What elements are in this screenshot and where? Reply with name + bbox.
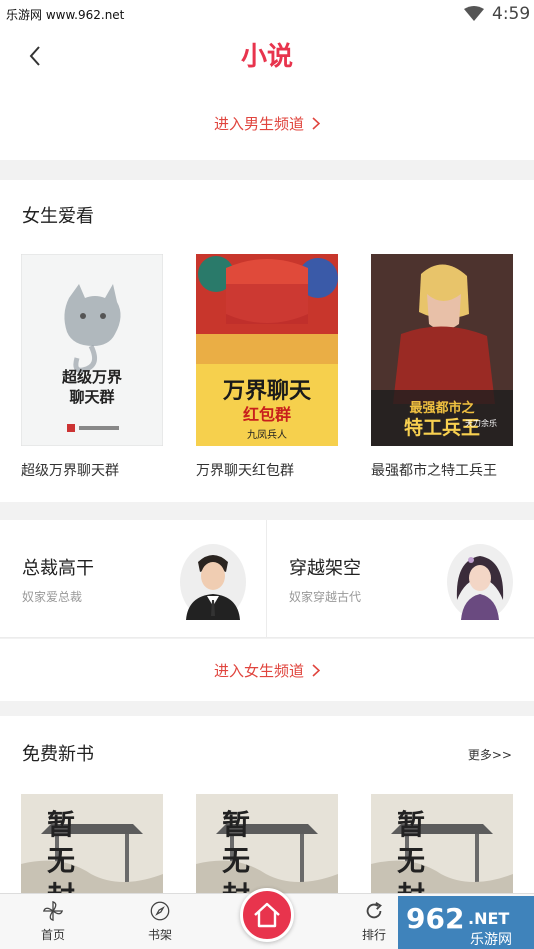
cover-author: 天刀余乐 — [465, 418, 497, 428]
svg-text:暂: 暂 — [397, 808, 425, 841]
category-time-travel[interactable]: 穿越架空 奴家穿越古代 — [267, 520, 533, 638]
tab-label: 书架 — [147, 928, 172, 942]
svg-text:.NET: .NET — [468, 909, 509, 928]
cover-title-line-1: 超级万界 — [61, 368, 122, 386]
category-row: 总裁高干 奴家爱总裁 穿越架空 奴家穿越古代 — [0, 520, 534, 638]
svg-text:962: 962 — [406, 902, 464, 935]
app-header: 小说 — [0, 28, 534, 86]
home-fab-button[interactable] — [240, 888, 294, 942]
girls-section: 女生爱看 超级万界 聊天群 超级万界聊天群 万界聊天 红包群 九凤兵人 万界聊天… — [0, 180, 534, 502]
tab-bookshelf[interactable]: 书架 — [125, 900, 195, 946]
category-avatar — [447, 544, 513, 620]
svg-text:乐游网: 乐游网 — [470, 932, 512, 948]
home-icon — [254, 902, 280, 928]
svg-text:暂: 暂 — [47, 808, 75, 841]
watermark-text: 乐游网 www.962.net — [6, 8, 125, 22]
status-bar: 乐游网 www.962.net 4:59 — [0, 0, 534, 28]
svg-text:无: 无 — [47, 844, 75, 877]
book-title: 超级万界聊天群 — [21, 463, 119, 479]
tab-label: 首页 — [40, 928, 65, 942]
book-card[interactable]: 最强都市之 特工兵王 天刀余乐 最强都市之特工兵王 — [371, 254, 513, 480]
cover-author: 九凤兵人 — [247, 428, 287, 441]
book-cover: 最强都市之 特工兵王 天刀余乐 — [371, 254, 513, 446]
boy-channel-row: 进入男生频道 — [0, 86, 534, 160]
svg-text:无: 无 — [222, 844, 250, 877]
svg-text:无: 无 — [397, 844, 425, 877]
wifi-icon — [464, 6, 484, 21]
cover-title-line-1: 万界聊天 — [222, 378, 312, 404]
girl-channel-label: 进入女生频道 — [213, 661, 304, 680]
pinwheel-icon — [42, 900, 64, 922]
book-cover: 超级万界 聊天群 — [21, 254, 163, 446]
category-title: 穿越架空 — [289, 558, 361, 579]
section-title: 女生爱看 — [22, 206, 94, 227]
chevron-right-icon — [312, 116, 320, 130]
compass-icon — [150, 901, 170, 921]
status-time: 4:59 — [492, 4, 531, 24]
book-title: 万界聊天红包群 — [196, 463, 294, 479]
refresh-icon — [366, 901, 382, 919]
page-title: 小说 — [240, 42, 293, 72]
book-card[interactable]: 万界聊天 红包群 九凤兵人 万界聊天红包群 — [196, 254, 338, 480]
boy-channel-link[interactable]: 进入男生频道 — [214, 113, 320, 134]
book-cover: 万界聊天 红包群 九凤兵人 — [196, 254, 338, 446]
category-avatar — [180, 544, 246, 620]
boy-channel-label: 进入男生频道 — [213, 114, 304, 133]
site-logo: 962 .NET 乐游网 — [398, 896, 534, 949]
more-link[interactable]: 更多>> — [468, 746, 512, 763]
section-title: 免费新书 — [22, 744, 94, 765]
svg-text:暂: 暂 — [222, 808, 250, 841]
book-card[interactable]: 超级万界 聊天群 超级万界聊天群 — [21, 254, 163, 480]
book-title: 最强都市之特工兵王 — [371, 463, 497, 479]
category-president[interactable]: 总裁高干 奴家爱总裁 — [0, 520, 266, 638]
tab-home[interactable]: 首页 — [18, 900, 88, 946]
girl-channel-row: 进入女生频道 — [0, 639, 534, 701]
cover-title-line-1: 最强都市之 — [409, 400, 474, 416]
tab-label: 排行 — [361, 928, 386, 942]
cover-title-line-2: 聊天群 — [69, 388, 114, 406]
category-title: 总裁高干 — [22, 558, 94, 579]
chevron-right-icon — [312, 663, 320, 677]
girl-channel-link[interactable]: 进入女生频道 — [214, 660, 320, 681]
cover-title-line-2: 红包群 — [243, 405, 291, 424]
category-subtitle: 奴家爱总裁 — [22, 590, 83, 604]
category-subtitle: 奴家穿越古代 — [289, 590, 362, 604]
